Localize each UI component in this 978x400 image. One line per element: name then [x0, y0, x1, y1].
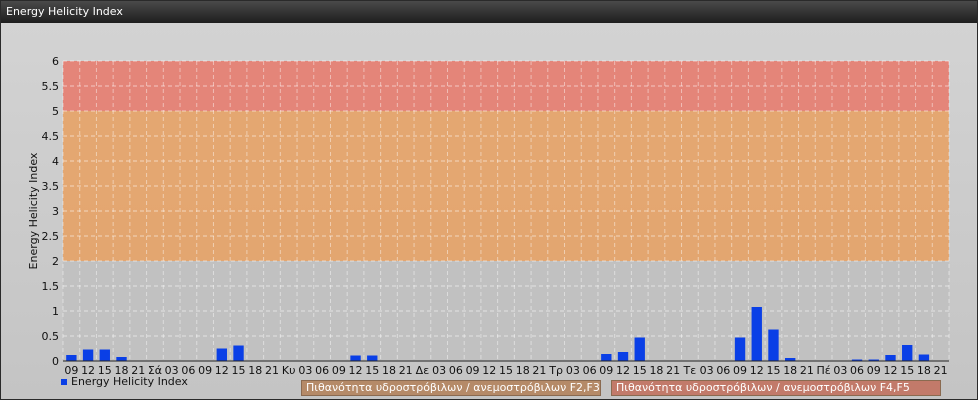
x-tick-label-41: 12 [750, 364, 764, 377]
x-tick-label-20: 21 [399, 364, 413, 377]
x-tick-label-47: 06 [850, 364, 864, 377]
x-tick-label-27: 18 [516, 364, 530, 377]
x-tick-label-36: 21 [666, 364, 680, 377]
bar-17 [350, 355, 361, 361]
x-tick-label-32: 09 [599, 364, 613, 377]
bar-32 [601, 354, 612, 361]
x-tick-label-10: 15 [232, 364, 246, 377]
x-tick-label-11: 18 [248, 364, 262, 377]
x-tick-label-8: 09 [198, 364, 212, 377]
y-tick-label-4: 2 [52, 255, 59, 268]
x-tick-label-24: 09 [466, 364, 480, 377]
x-tick-label-19: 18 [382, 364, 396, 377]
x-tick-label-52: 21 [934, 364, 948, 377]
x-tick-label-14: 03 [298, 364, 312, 377]
y-tick-label-9: 4.5 [42, 130, 60, 143]
bar-9 [216, 348, 227, 361]
bar-10 [233, 345, 244, 361]
y-tick-label-6: 3 [52, 205, 59, 218]
bar-1 [82, 349, 94, 361]
bar-34 [634, 337, 645, 361]
x-tick-label-38: 03 [700, 364, 714, 377]
x-tick-label-9: 12 [215, 364, 229, 377]
x-tick-label-22: 03 [432, 364, 446, 377]
y-tick-label-7: 3.5 [42, 180, 60, 193]
x-tick-label-49: 12 [883, 364, 897, 377]
chart-window: Energy Helicity Index 0 0.5 1 1.5 2 2.5 3 3.5 4 4… [0, 0, 978, 400]
y-tick-label-1: 0.5 [42, 330, 60, 343]
legend-band-f4f5[interactable]: Πιθανότητα υδροστρόβιλων / ανεμοστρόβιλω… [611, 380, 941, 396]
x-tick-label-16: 09 [332, 364, 346, 377]
legend-band-f2f3-label: Πιθανότητα υδροστρόβιλων / ανεμοστρόβιλω… [306, 381, 600, 394]
bar-18 [367, 355, 378, 361]
y-tick-label-3: 1.5 [42, 280, 60, 293]
bar-2 [99, 349, 110, 361]
bar-33 [617, 352, 629, 361]
legend-series[interactable]: Energy Helicity Index [61, 375, 188, 388]
bar-50 [902, 345, 913, 361]
x-tick-label-18: 15 [365, 364, 379, 377]
y-tick-label-0: 0 [52, 355, 59, 368]
x-tick-label-50: 15 [900, 364, 914, 377]
x-tick-label-43: 18 [783, 364, 797, 377]
x-tick-label-23: 06 [449, 364, 463, 377]
x-tick-label-15: 06 [315, 364, 329, 377]
bar-51 [918, 354, 930, 361]
y-tick-label-10: 5 [52, 105, 59, 118]
chart-area: 0 0.5 1 1.5 2 2.5 3 3.5 4 4.5 5 5.5 6 Energy Helicity… [1, 23, 977, 399]
bar-42 [768, 329, 779, 361]
x-tick-label-26: 15 [499, 364, 513, 377]
x-tick-label-40: 09 [733, 364, 747, 377]
x-tick-label-13: Κυ [282, 364, 296, 377]
legend-swatch [61, 379, 67, 385]
x-tick-label-33: 12 [616, 364, 630, 377]
y-tick-label-8: 4 [52, 155, 59, 168]
x-tick-label-45: Πέ [817, 364, 831, 377]
x-tick-label-37: Τε [683, 364, 697, 377]
y-tick-label-12: 6 [52, 55, 59, 68]
x-tick-label-48: 09 [867, 364, 881, 377]
x-tick-label-28: 21 [532, 364, 546, 377]
ehi-chart: 0 0.5 1 1.5 2 2.5 3 3.5 4 4.5 5 5.5 6 Energy Helicity… [27, 55, 950, 377]
bar-40 [734, 337, 746, 361]
x-tick-label-44: 21 [800, 364, 814, 377]
y-axis-label: Energy Helicity Index [27, 152, 40, 269]
window-title: Energy Helicity Index [1, 1, 977, 23]
bar-3 [116, 357, 127, 361]
x-tick-label-42: 15 [766, 364, 780, 377]
x-tick-label-25: 12 [482, 364, 496, 377]
legend-band-f4f5-label: Πιθανότητα υδροστρόβιλων / ανεμοστρόβιλω… [616, 381, 910, 394]
x-tick-label-51: 18 [917, 364, 931, 377]
legend-band-f2f3[interactable]: Πιθανότητα υδροστρόβιλων / ανεμοστρόβιλω… [301, 380, 601, 396]
y-tick-label-11: 5.5 [42, 80, 60, 93]
bar-41 [751, 307, 762, 361]
x-tick-label-35: 18 [649, 364, 663, 377]
legend-series-label: Energy Helicity Index [71, 375, 188, 388]
x-tick-label-17: 12 [349, 364, 363, 377]
bar-0 [66, 355, 77, 361]
x-tick-label-30: 03 [566, 364, 580, 377]
x-tick-label-12: 21 [265, 364, 279, 377]
x-tick-label-39: 06 [716, 364, 730, 377]
y-tick-label-2: 1 [52, 305, 59, 318]
bar-49 [885, 355, 896, 361]
x-tick-label-29: Τρ [548, 364, 563, 377]
x-tick-label-31: 06 [583, 364, 597, 377]
x-tick-label-46: 03 [833, 364, 847, 377]
y-tick-label-5: 2.5 [42, 230, 60, 243]
x-tick-label-34: 15 [633, 364, 647, 377]
x-tick-label-21: Δε [416, 364, 430, 377]
